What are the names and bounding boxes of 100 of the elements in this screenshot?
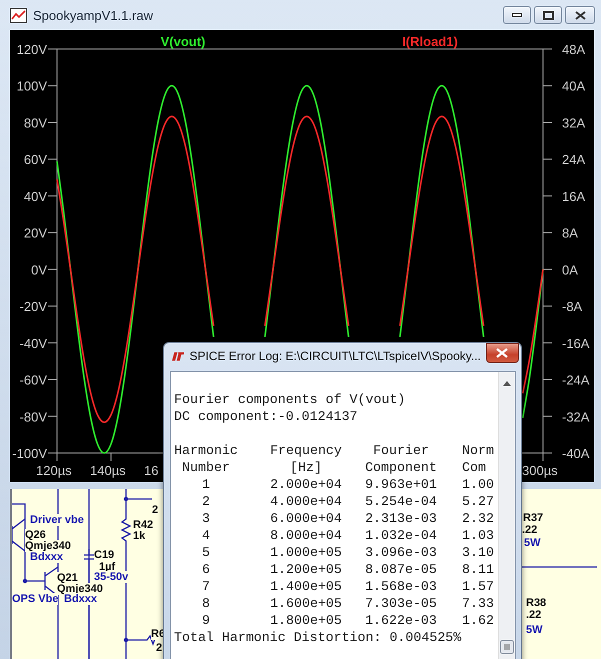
component-label: C19	[94, 549, 114, 561]
column-header: Number	[181, 459, 231, 476]
table-cell-text: 3.096e-03	[364, 544, 438, 561]
log-line: DC component:-0.0124137	[174, 408, 359, 425]
close-icon	[496, 348, 508, 358]
table-cell-text: 2.32	[462, 510, 495, 527]
table-cell-text: 8.11	[462, 561, 495, 578]
table-cell-text: 1.032e-04	[364, 527, 438, 544]
table-cell: 6.000e+04	[269, 510, 343, 527]
component-attribute: 5W	[526, 624, 542, 636]
table-cell-text: 1.62	[462, 612, 495, 629]
table-cell-text: 7.303e-05	[364, 595, 438, 612]
component-label: Q21	[57, 572, 78, 584]
y-axis-label: -60V	[20, 372, 47, 388]
minimize-icon	[512, 13, 522, 17]
table-cell-text: 1.57	[462, 578, 495, 595]
y-axis-label: 120V	[16, 42, 47, 57]
component-label: 2	[156, 642, 162, 654]
y-axis-label: 0A	[562, 262, 578, 278]
y-axis-label: -16A	[562, 336, 590, 351]
component-attribute: Bdxxx	[64, 593, 98, 605]
component-label: R37	[523, 512, 544, 524]
table-cell-text: 5.254e-04	[364, 493, 438, 510]
table-cell: 1.000e+05	[269, 544, 343, 561]
scrollbar[interactable]	[498, 372, 515, 659]
x-axis-label: 16	[144, 463, 158, 478]
y-axis-label: 32A	[562, 115, 586, 130]
column-header: Com	[462, 459, 487, 476]
component-label: Qmje340	[25, 540, 71, 552]
table-cell-text: 8.087e-05	[364, 561, 438, 578]
component-attribute: Bdxxx	[30, 551, 64, 563]
minimize-button[interactable]	[503, 6, 531, 24]
table-cell-text: 8	[201, 595, 211, 612]
y-axis-label: 20V	[24, 226, 47, 241]
table-cell: 8.000e+04	[269, 527, 343, 544]
table-cell-text: 1	[201, 476, 211, 493]
component-label: R42	[133, 519, 154, 531]
table-cell: 1.600e+05	[269, 595, 343, 612]
column-header: Frequency	[269, 442, 343, 459]
table-cell-text: 5	[201, 544, 211, 561]
logo-icon	[172, 350, 184, 362]
dialog-title: SPICE Error Log: E:\CIRCUIT\LTC\LTspiceIV\Spooky...	[189, 349, 481, 363]
component-label: .22	[522, 524, 538, 536]
table-cell-text: 3	[201, 510, 211, 527]
y-axis-label: 80V	[24, 115, 47, 130]
table-cell-text: 1.00	[462, 476, 495, 493]
table-cell-text: 9.963e+01	[364, 476, 438, 493]
component-label: 2	[152, 504, 158, 516]
component-attribute: OPS Vbe	[12, 593, 58, 605]
y-axis-label: 100V	[16, 78, 47, 94]
log-line: Total Harmonic Distortion: 0.004525%	[174, 629, 462, 646]
y-axis-label: 0V	[31, 262, 47, 278]
column-header: Norm	[462, 442, 495, 459]
y-axis-label: 16A	[562, 188, 586, 204]
table-cell-text: 6	[201, 561, 211, 578]
component-label: Q26	[25, 529, 46, 541]
component-label: R38	[526, 597, 546, 609]
column-header: [Hz]	[289, 459, 323, 476]
scroll-thumb-icon[interactable]	[500, 640, 514, 654]
close-button[interactable]	[486, 343, 519, 363]
y-axis-label: -100V	[12, 446, 47, 461]
window-title: SpookyampV1.1.raw	[33, 8, 154, 22]
close-button[interactable]	[565, 6, 595, 24]
y-axis-label: 60V	[24, 152, 47, 168]
waveform-icon	[10, 8, 27, 22]
component-attribute: 5W	[524, 537, 540, 549]
column-header: Component	[364, 459, 438, 476]
x-axis-label: 300µs	[522, 463, 558, 478]
maximize-icon	[542, 10, 554, 20]
table-cell: 4.000e+04	[269, 493, 343, 510]
y-axis-label: -8A	[562, 299, 582, 314]
y-axis-label: -24A	[562, 372, 590, 388]
table-cell-text: 7	[201, 578, 211, 595]
maximize-button[interactable]	[534, 6, 562, 24]
trace-legend: I(Rload1)	[402, 34, 458, 49]
y-axis-label: -40V	[20, 336, 47, 351]
y-axis-label: 24A	[562, 152, 586, 168]
y-axis-label: -40A	[562, 446, 590, 461]
table-cell: 1.800e+05	[269, 612, 343, 629]
component-label: 1k	[133, 530, 146, 542]
table-cell-text: 1.568e-03	[364, 578, 438, 595]
table-cell: 1.400e+05	[269, 578, 343, 595]
y-axis-label: 48A	[562, 42, 586, 57]
table-cell-text: 3.10	[462, 544, 495, 561]
up-arrow-icon	[503, 381, 511, 386]
component-label: .22	[526, 609, 542, 621]
y-axis-label: -20V	[20, 299, 47, 314]
y-axis-label: -32A	[562, 409, 590, 424]
table-cell-text: 9	[201, 612, 211, 629]
table-cell-text: 4	[201, 527, 211, 544]
x-axis-label: 140µs	[90, 463, 126, 478]
table-cell-text: 1.622e-03	[364, 612, 438, 629]
table-cell-text: 7.33	[462, 595, 495, 612]
y-axis-label: 8A	[562, 226, 578, 241]
trace-legend: V(vout)	[160, 34, 206, 49]
component-attribute: 35-50v	[94, 571, 128, 583]
log-line: Fourier components of V(vout)	[174, 391, 406, 408]
table-cell-text: 2	[201, 493, 211, 510]
y-axis-label: -80V	[20, 409, 47, 424]
column-header: Fourier	[372, 442, 430, 459]
